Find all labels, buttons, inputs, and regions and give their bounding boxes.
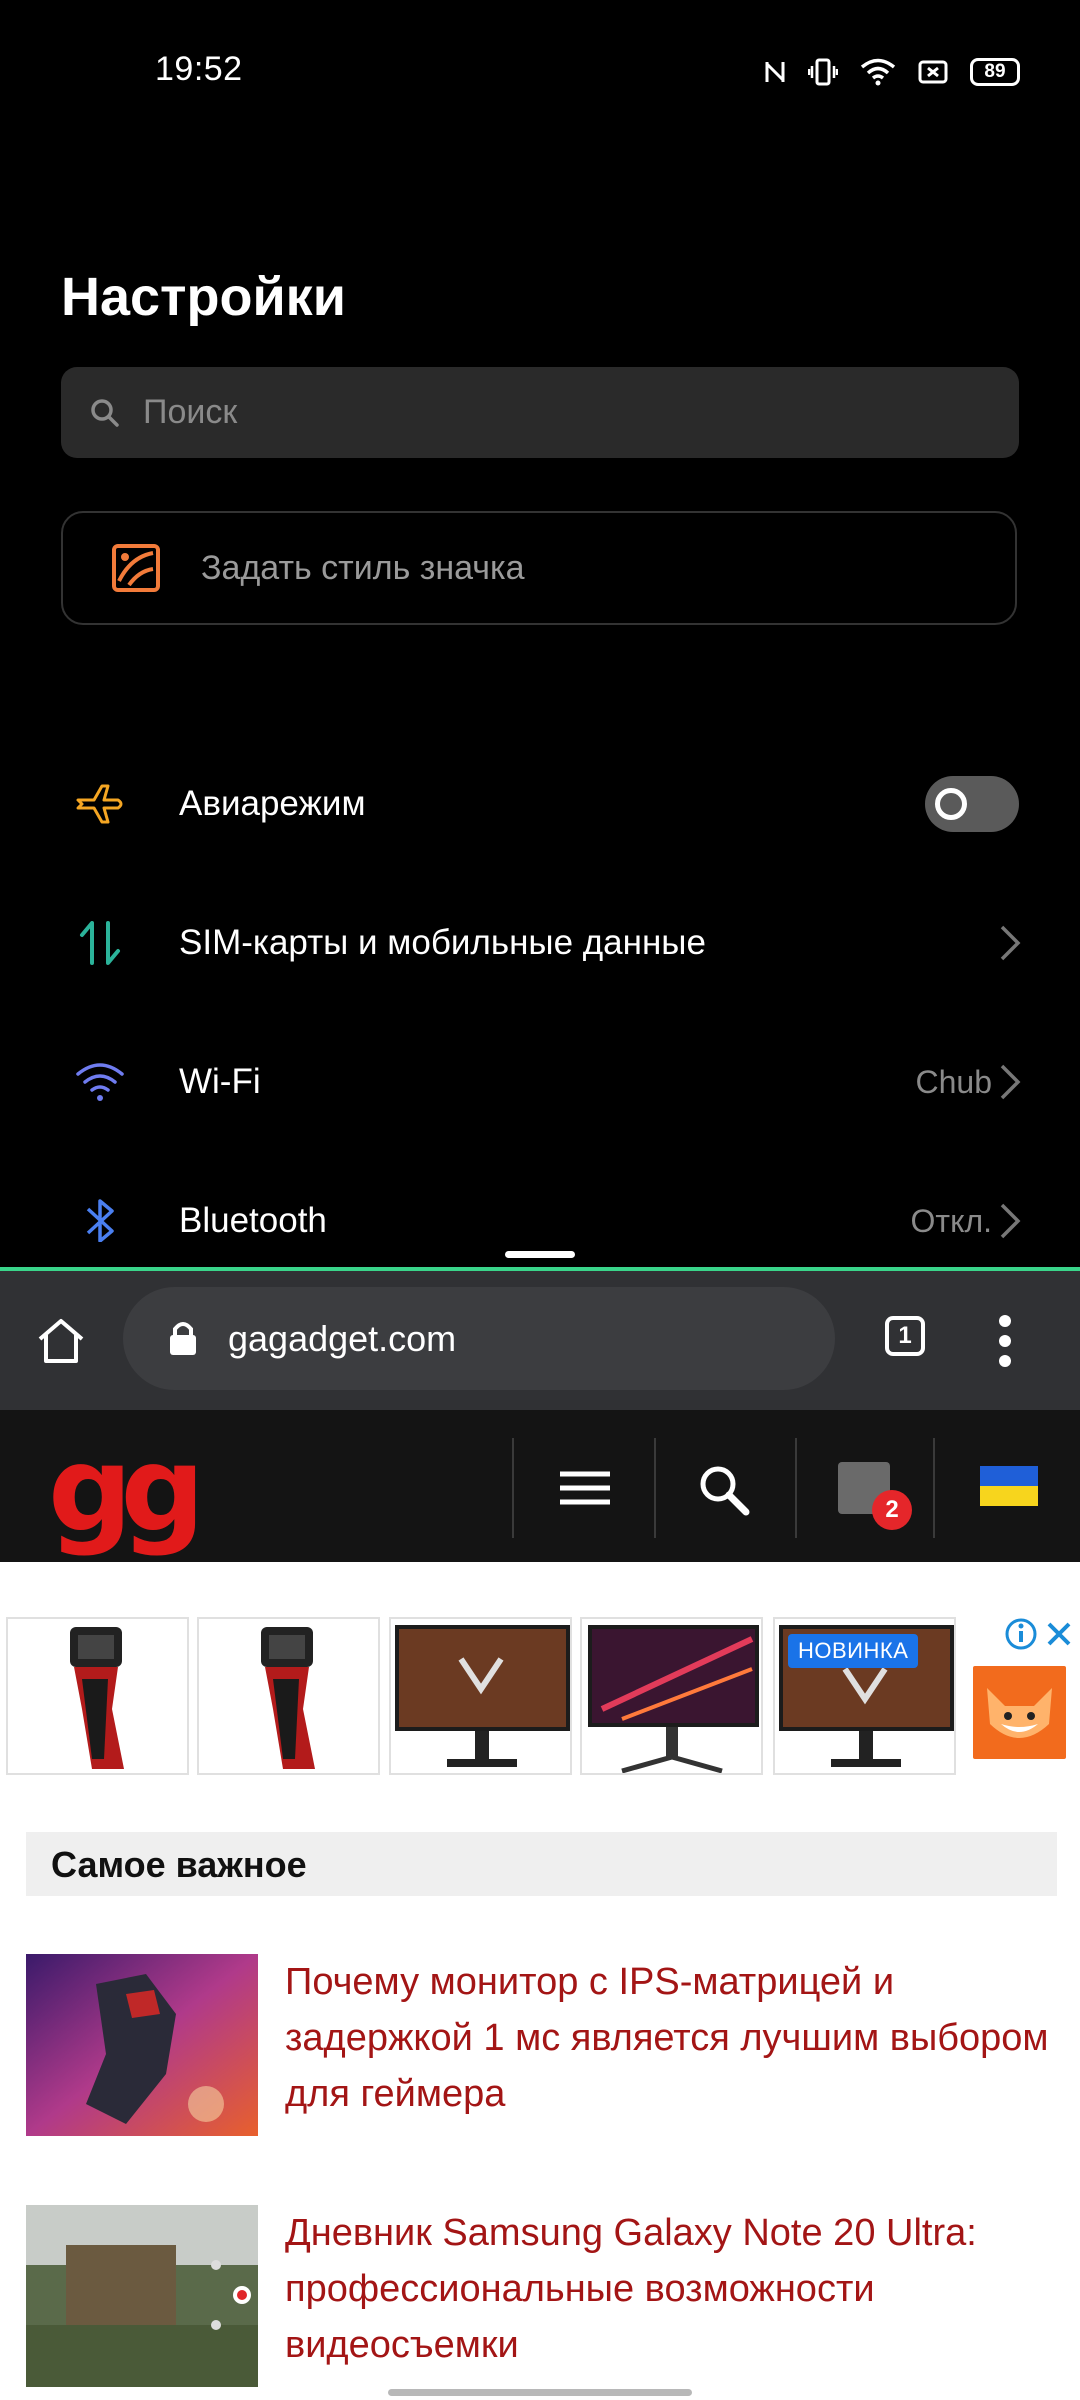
setting-value: Откл.: [910, 1202, 992, 1239]
header-divider: [512, 1438, 514, 1538]
ad-banner[interactable]: НОВИНКА: [0, 1617, 1080, 1779]
address-bar[interactable]: gagadget.com: [123, 1287, 835, 1390]
monitor-icon: [588, 1625, 759, 1773]
ad-product-thermal-camera[interactable]: [6, 1617, 189, 1775]
lock-icon: [170, 1322, 196, 1355]
section-title: Самое важное: [51, 1844, 307, 1885]
wifi-icon: [70, 1052, 130, 1112]
gesture-navigation-bar[interactable]: [388, 2389, 692, 2396]
setting-sim-data[interactable]: SIM-карты и мобильные данные: [0, 888, 1080, 998]
article-thumbnail[interactable]: [26, 1954, 258, 2136]
status-time: 19:52: [155, 50, 243, 88]
browser-toolbar: gagadget.com 1: [0, 1271, 1080, 1410]
article-title[interactable]: Дневник Samsung Galaxy Note 20 Ultra: пр…: [285, 2205, 1055, 2373]
setting-label: Wi-Fi: [179, 1062, 261, 1101]
toggle-knob: [935, 788, 967, 820]
setting-label: Авиарежим: [179, 784, 366, 823]
setting-label: Bluetooth: [179, 1201, 327, 1240]
monitor-icon: [395, 1625, 570, 1767]
ad-close-icon[interactable]: [1044, 1619, 1074, 1649]
header-divider: [933, 1438, 935, 1538]
hamburger-menu-icon[interactable]: [558, 1468, 612, 1508]
setting-airplane-mode[interactable]: Авиарежим: [0, 749, 1080, 859]
tab-count: 1: [898, 1322, 912, 1349]
setting-value: Chub: [915, 1063, 993, 1100]
wifi-icon: [860, 58, 896, 86]
fox-icon: [987, 1688, 1052, 1738]
setting-bluetooth[interactable]: Bluetooth Откл.: [0, 1166, 1080, 1242]
nfc-icon: [765, 62, 785, 82]
header-divider: [654, 1438, 656, 1538]
site-logo[interactable]: gg: [48, 1430, 205, 1548]
thermal-camera-icon: [70, 1627, 124, 1769]
search-icon: [91, 398, 119, 427]
ad-info-icon[interactable]: [1004, 1617, 1038, 1651]
bluetooth-icon: [70, 1191, 130, 1242]
setting-label: SIM-карты и мобильные данные: [179, 923, 706, 962]
home-icon[interactable]: [36, 1317, 86, 1365]
setting-wifi[interactable]: Wi-Fi Chub: [0, 1027, 1080, 1137]
screen-record-icon: [918, 60, 948, 84]
flag-yellow: [980, 1486, 1038, 1506]
battery-level: 89: [984, 61, 1006, 82]
camera-viewfinder-image: [26, 2205, 258, 2387]
section-heading: Самое важное: [26, 1832, 1057, 1896]
chevron-right-icon: [1000, 1203, 1021, 1239]
icon-style-card[interactable]: Задать стиль значка: [61, 511, 1017, 625]
battery-icon: 89: [970, 58, 1020, 86]
notification-badge: 2: [872, 1490, 912, 1530]
chevron-right-icon: [1000, 1064, 1021, 1100]
article-title[interactable]: Почему монитор с IPS-матрицей и задержко…: [285, 1954, 1055, 2122]
ukraine-flag-icon[interactable]: [980, 1466, 1038, 1506]
search-placeholder: Поиск: [143, 393, 238, 431]
settings-app: 19:52 89 Настройки Поиск Задать стиль зн…: [0, 0, 1080, 1242]
ad-product-monitor[interactable]: [580, 1617, 763, 1775]
sim-data-icon: [70, 913, 130, 973]
flag-blue: [980, 1466, 1038, 1486]
ad-product-monitor[interactable]: [389, 1617, 572, 1775]
ad-new-badge: НОВИНКА: [788, 1634, 919, 1668]
gaming-robot-image: [26, 1954, 258, 2136]
icon-style-icon: [112, 544, 160, 592]
header-divider: [795, 1438, 797, 1538]
page-title: Настройки: [61, 267, 346, 327]
article-thumbnail[interactable]: [26, 2205, 258, 2387]
search-icon[interactable]: [696, 1462, 752, 1516]
more-menu-icon[interactable]: [998, 1313, 1012, 1369]
thermal-camera-icon: [261, 1627, 315, 1769]
search-input[interactable]: Поиск: [61, 367, 1019, 458]
vibrate-icon: [808, 58, 838, 86]
icon-style-label: Задать стиль значка: [201, 548, 525, 587]
ad-fox-logo[interactable]: [973, 1666, 1066, 1759]
ad-product-thermal-camera[interactable]: [197, 1617, 380, 1775]
status-icons: 89: [764, 54, 1020, 90]
airplane-icon: [70, 774, 130, 834]
airplane-toggle[interactable]: [925, 776, 1019, 832]
chevron-right-icon: [1000, 925, 1021, 961]
url-text: gagadget.com: [228, 1317, 457, 1359]
site-header: gg 2: [0, 1410, 1080, 1562]
split-screen-handle[interactable]: [505, 1251, 575, 1258]
tab-switcher-button[interactable]: 1: [885, 1316, 925, 1356]
